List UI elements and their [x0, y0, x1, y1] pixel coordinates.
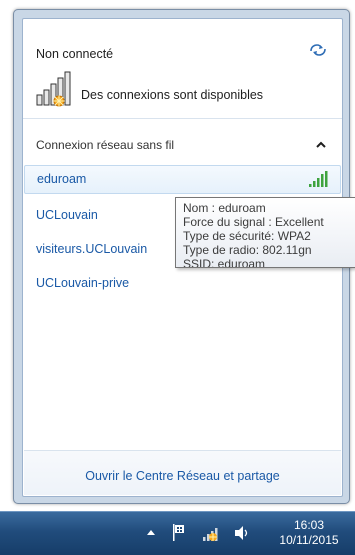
network-item-eduroam[interactable]: eduroam: [24, 165, 341, 194]
connections-available-text: Des connexions sont disponibles: [81, 88, 264, 102]
connection-status-title: Non connecté: [36, 47, 114, 61]
tooltip-ssid: SSID: eduroam: [183, 257, 266, 268]
triangle-up-icon[interactable]: [146, 527, 156, 537]
taskbar: 16:03 10/11/2015: [0, 511, 355, 555]
network-name: visiteurs.UCLouvain: [36, 242, 148, 256]
tooltip-security-type: Type de sécurité: WPA2: [183, 229, 311, 243]
chevron-up-icon[interactable]: [314, 138, 328, 152]
tooltip-signal-strength: Force du signal : Excellent: [183, 215, 324, 229]
tooltip-radio-type: Type de radio: 802.11gn: [183, 243, 312, 257]
open-network-center-link[interactable]: Ouvrir le Centre Réseau et partage: [23, 469, 342, 483]
network-status-icon[interactable]: [202, 524, 224, 542]
divider: [23, 118, 342, 119]
network-name: UCLouvain: [36, 208, 98, 222]
network-item-uclouvain-prive[interactable]: UCLouvain-prive: [24, 270, 341, 297]
speaker-icon[interactable]: [233, 524, 251, 542]
system-clock[interactable]: 16:03 10/11/2015: [270, 518, 348, 548]
clock-time: 16:03: [293, 518, 325, 532]
refresh-icon[interactable]: [308, 42, 328, 58]
network-name: eduroam: [37, 172, 87, 186]
tooltip-name: Nom : eduroam: [183, 201, 266, 215]
network-name: UCLouvain-prive: [36, 276, 130, 290]
section-title: Connexion réseau sans fil: [36, 138, 175, 152]
clock-date: 10/11/2015: [279, 533, 339, 547]
signal-bars-icon: [309, 171, 328, 187]
action-center-flag-icon[interactable]: [171, 522, 187, 542]
network-tooltip: Nom : eduroam Force du signal : Excellen…: [175, 197, 355, 268]
signal-unavailable-icon: [36, 71, 71, 107]
